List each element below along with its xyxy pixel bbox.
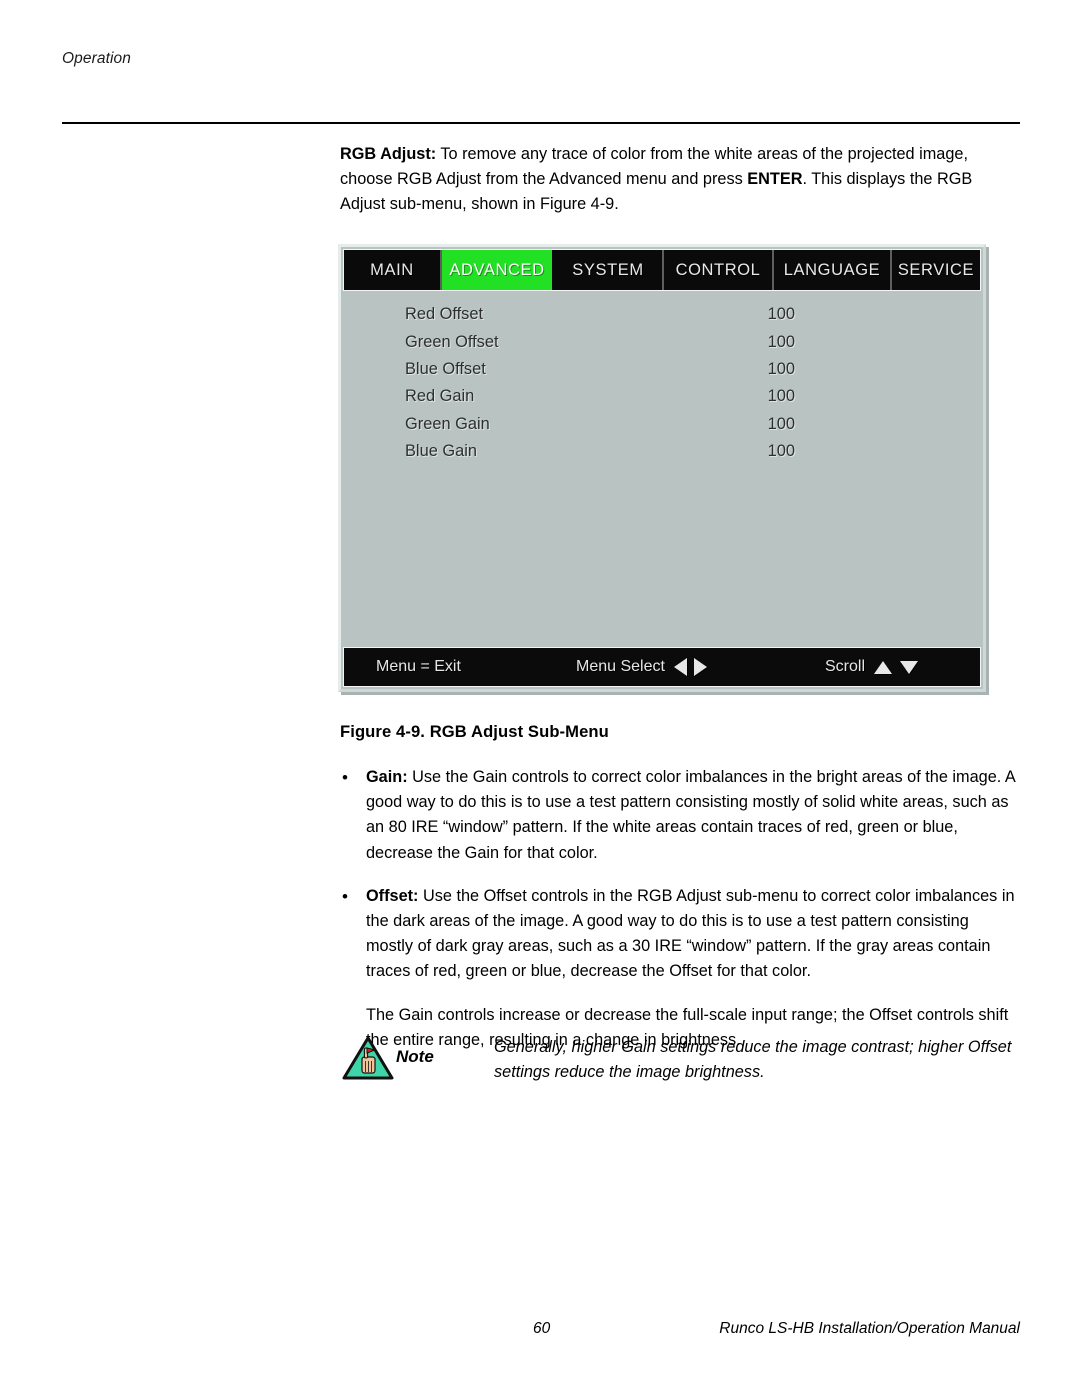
bullet-lead: Gain: — [366, 768, 408, 786]
osd-row-blue-offset[interactable]: Blue Offset 100 — [343, 356, 981, 383]
tab-service[interactable]: SERVICE — [892, 250, 980, 290]
osd-row-red-offset[interactable]: Red Offset 100 — [343, 301, 981, 328]
osd-row-label: Red Gain — [405, 387, 475, 406]
osd-row-green-gain[interactable]: Green Gain 100 — [343, 411, 981, 438]
status-scroll-hint: Scroll — [825, 658, 918, 676]
osd-settings-list: Red Offset 100 Green Offset 100 Blue Off… — [343, 291, 981, 641]
status-menu-select-label: Menu Select — [576, 658, 665, 675]
osd-status-bar: Menu = Exit Menu Select Scroll — [343, 647, 981, 687]
note-triangle-icon — [342, 1035, 394, 1081]
note-callout: Note Generally, higher Gain settings red… — [334, 1031, 1024, 1103]
osd-row-value[interactable]: 100 — [751, 305, 795, 324]
bullet-paragraph: Offset: Use the Offset controls in the R… — [366, 884, 1020, 985]
osd-row-value[interactable]: 100 — [751, 387, 795, 406]
osd-tab-bar: MAIN ADVANCED SYSTEM CONTROL LANGUAGE SE… — [343, 249, 981, 291]
osd-row-value[interactable]: 100 — [751, 442, 795, 461]
osd-row-blue-gain[interactable]: Blue Gain 100 — [343, 438, 981, 465]
arrow-right-icon — [693, 658, 707, 676]
bullet-text: Use the Offset controls in the RGB Adjus… — [366, 886, 1015, 981]
osd-row-red-gain[interactable]: Red Gain 100 — [343, 383, 981, 410]
tab-control[interactable]: CONTROL — [664, 250, 774, 290]
bullet-glyph: • — [342, 886, 348, 906]
tab-system[interactable]: SYSTEM — [554, 250, 664, 290]
osd-row-label: Blue Offset — [405, 359, 486, 378]
osd-panel: MAIN ADVANCED SYSTEM CONTROL LANGUAGE SE… — [338, 244, 986, 692]
status-exit-label: Menu = Exit — [376, 658, 461, 675]
osd-row-label: Green Offset — [405, 332, 499, 351]
header-rule — [62, 122, 1020, 124]
intro-emphasis: ENTER — [747, 170, 803, 189]
bullet-glyph: • — [342, 768, 348, 787]
note-label: Note — [396, 1047, 434, 1066]
bullet-item-gain: • Gain: Use the Gain controls to correct… — [340, 765, 1020, 866]
intro-paragraph: RGB Adjust: To remove any trace of color… — [340, 142, 1020, 218]
osd-row-value[interactable]: 100 — [751, 415, 795, 434]
tab-language[interactable]: LANGUAGE — [774, 250, 892, 290]
figure-caption: Figure 4-9. RGB Adjust Sub-Menu — [340, 722, 609, 741]
tab-main[interactable]: MAIN — [344, 250, 442, 290]
bullet-item-offset: • Offset: Use the Offset controls in the… — [340, 884, 1020, 985]
intro-lead: RGB Adjust: — [340, 145, 437, 163]
bullet-text: Use the Gain controls to correct color i… — [366, 768, 1015, 862]
osd-row-label: Green Gain — [405, 414, 490, 433]
status-menu-select-hint: Menu Select — [576, 658, 707, 676]
arrow-down-icon — [900, 660, 918, 674]
status-scroll-label: Scroll — [824, 658, 865, 675]
osd-row-label: Blue Gain — [405, 442, 477, 461]
note-text: Generally, higher Gain settings reduce t… — [494, 1038, 1012, 1082]
bullet-paragraph: Gain: Use the Gain controls to correct c… — [366, 765, 1020, 866]
footer-manual-title: Runco LS-HB Installation/Operation Manua… — [719, 1320, 1020, 1337]
status-exit-hint: Menu = Exit — [376, 658, 461, 676]
osd-row-green-offset[interactable]: Green Offset 100 — [343, 328, 981, 355]
running-header-section: Operation — [62, 50, 131, 67]
arrow-up-icon — [874, 660, 892, 674]
osd-row-value[interactable]: 100 — [751, 333, 795, 352]
osd-row-value[interactable]: 100 — [751, 360, 795, 379]
osd-figure: MAIN ADVANCED SYSTEM CONTROL LANGUAGE SE… — [338, 244, 986, 692]
arrow-left-icon — [673, 658, 687, 676]
osd-row-label: Red Offset — [405, 305, 484, 324]
bullet-lead: Offset: — [366, 886, 419, 905]
footer-page-number: 60 — [533, 1320, 551, 1337]
bullet-list: • Gain: Use the Gain controls to correct… — [340, 765, 1020, 1053]
intro-block: RGB Adjust: To remove any trace of color… — [340, 142, 1020, 218]
tab-advanced[interactable]: ADVANCED — [442, 250, 554, 290]
